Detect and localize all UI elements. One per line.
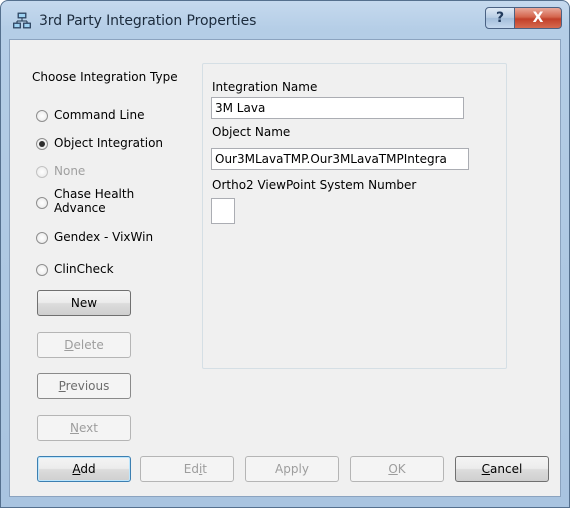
radio-button-disabled	[36, 166, 48, 178]
cancel-button[interactable]: Cancel	[455, 456, 549, 482]
ok-button: OK	[350, 456, 444, 482]
radio-button-checked[interactable]	[36, 138, 48, 150]
radio-button[interactable]	[36, 264, 48, 276]
integration-name-label: Integration Name	[212, 80, 318, 94]
previous-button[interactable]: Previous	[37, 373, 131, 399]
ortho2-system-number-field[interactable]	[211, 198, 235, 224]
radio-button[interactable]	[36, 110, 48, 122]
integration-type-heading: Choose Integration Type	[32, 70, 178, 84]
add-button[interactable]: Add	[37, 456, 131, 482]
radio-clincheck[interactable]: ClinCheck	[36, 262, 186, 278]
title-bar[interactable]: 3rd Party Integration Properties ? X	[1, 1, 569, 39]
edit-button: Edit	[140, 456, 234, 482]
object-name-label: Object Name	[212, 125, 291, 139]
close-icon: X	[532, 10, 544, 26]
dialog-client-area: Choose Integration Type Command Line Obj…	[9, 39, 561, 497]
help-button[interactable]: ?	[485, 7, 515, 29]
new-button[interactable]: New	[37, 290, 131, 316]
apply-button: Apply	[245, 456, 339, 482]
radio-button[interactable]	[36, 197, 48, 209]
next-button: Next	[37, 415, 131, 441]
integration-name-field[interactable]: 3M Lava	[211, 97, 464, 119]
radio-gendex-vixwin[interactable]: Gendex - VixWin	[36, 230, 186, 246]
dialog-window: 3rd Party Integration Properties ? X Cho…	[0, 0, 570, 508]
radio-button[interactable]	[36, 232, 48, 244]
object-name-field[interactable]: Our3MLavaTMP.Our3MLavaTMPIntegra	[211, 148, 469, 170]
help-icon: ?	[495, 10, 505, 26]
window-title: 3rd Party Integration Properties	[39, 13, 257, 29]
radio-chase-health-advance[interactable]: Chase Health Advance	[36, 187, 186, 219]
radio-none: None	[36, 164, 186, 180]
delete-button: Delete	[37, 332, 131, 358]
close-button[interactable]: X	[514, 7, 562, 29]
radio-command-line[interactable]: Command Line	[36, 108, 186, 124]
radio-object-integration[interactable]: Object Integration	[36, 136, 196, 152]
network-computers-icon	[13, 12, 31, 29]
ortho2-system-number-label: Ortho2 ViewPoint System Number	[212, 178, 417, 192]
